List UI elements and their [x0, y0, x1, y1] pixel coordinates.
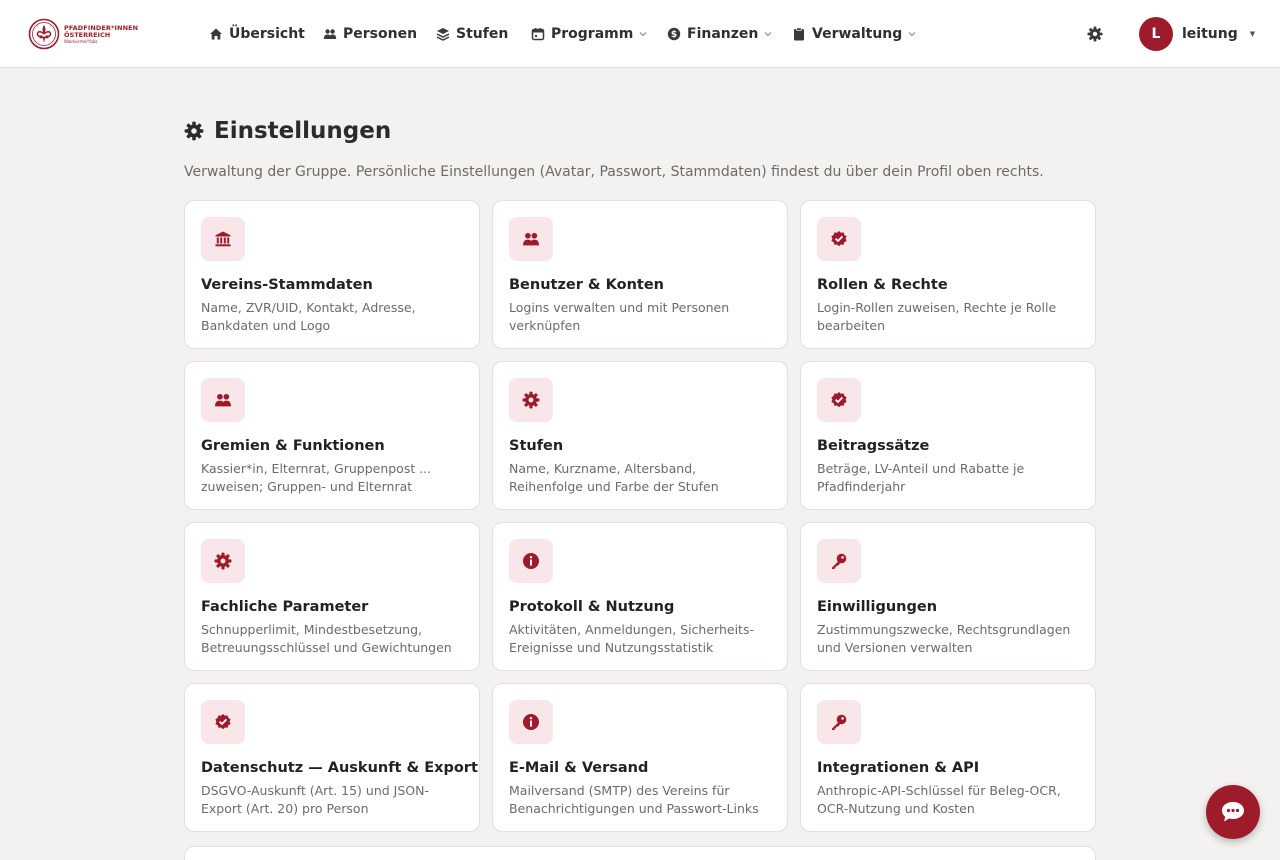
top-navigation-bar: PFADFINDER*INNEN ÖSTERREICH Waldviertel/…	[0, 0, 1280, 68]
card-title: Beitragssätze	[817, 438, 930, 454]
key-icon	[817, 539, 861, 583]
nav-item-verwaltung[interactable]: Verwaltung	[792, 24, 916, 44]
clipboard-icon	[792, 27, 806, 41]
card-description: Name, ZVR/UID, Kontakt, Adresse, Bankdat…	[201, 300, 416, 333]
nav-item-label: Finanzen	[687, 26, 759, 42]
settings-card-grid: Vereins-Stammdaten Name, ZVR/UID, Kontakt…	[184, 200, 1096, 832]
badge-check-icon	[817, 378, 861, 422]
card-description: Beträge, LV-Anteil und Rabatte je Pfadfi…	[817, 461, 1025, 494]
gear-icon	[1087, 26, 1103, 42]
users-icon	[509, 217, 553, 261]
nav-item-uebersicht[interactable]: Übersicht	[209, 24, 305, 44]
page-title-text: Einstellungen	[214, 118, 392, 144]
nav-item-stufen[interactable]: Stufen	[436, 24, 508, 44]
settings-card-integrationen-api[interactable]: Integrationen & API Anthropic-API-Schlüss…	[800, 683, 1096, 832]
card-description: DSGVO-Auskunft (Art. 15) und JSON-Export…	[201, 783, 429, 816]
page-subtitle: Verwaltung der Gruppe. Persönliche Einst…	[184, 164, 1044, 180]
card-title: Integrationen & API	[817, 760, 980, 776]
card-description: Aktivitäten, Anmeldungen, Sicherheits-Er…	[509, 622, 754, 655]
gear-icon	[509, 378, 553, 422]
settings-card-datenschutz-auskunft-export[interactable]: Datenschutz — Auskunft & Export DSGVO-Aus…	[184, 683, 480, 832]
card-description: Login-Rollen zuweisen, Rechte je Rolle b…	[817, 300, 1057, 333]
card-description: Logins verwalten und mit Personen verknü…	[509, 300, 730, 333]
chevron-down-icon	[764, 30, 772, 38]
chevron-down-icon	[639, 30, 647, 38]
card-title: Einwilligungen	[817, 599, 938, 615]
avatar: L	[1139, 17, 1173, 51]
settings-card-einwilligungen[interactable]: Einwilligungen Zustimmungszwecke, Rechtsg…	[800, 522, 1096, 671]
settings-gear-button[interactable]	[1085, 24, 1105, 44]
settings-card-protokoll-nutzung[interactable]: Protokoll & Nutzung Aktivitäten, Anmeldun…	[492, 522, 788, 671]
settings-card-fachliche-parameter[interactable]: Fachliche Parameter Schnupperlimit, Minde…	[184, 522, 480, 671]
nav-item-label: Stufen	[456, 26, 509, 42]
nav-item-label: Verwaltung	[812, 26, 903, 42]
nav-item-label: Übersicht	[229, 26, 305, 42]
chat-bubble-icon	[1222, 802, 1244, 822]
settings-card-benutzer-konten[interactable]: Benutzer & Konten Logins verwalten und mi…	[492, 200, 788, 349]
card-description: Anthropic-API-Schlüssel für Beleg-OCR, O…	[817, 783, 1061, 816]
card-title: Benutzer & Konten	[509, 277, 664, 293]
gear-icon	[184, 121, 204, 141]
user-menu[interactable]: L leitung ▼	[1139, 17, 1255, 51]
nav-item-label: Programm	[551, 26, 634, 42]
nav-item-label: Personen	[343, 26, 418, 42]
card-description: Name, Kurzname, Altersband, Reihenfolge …	[509, 461, 719, 494]
calendar-icon	[531, 27, 545, 41]
card-title: Fachliche Parameter	[201, 599, 369, 615]
card-title: Rollen & Rechte	[817, 277, 948, 293]
badge-check-icon	[201, 700, 245, 744]
settings-card-partial[interactable]	[184, 846, 1096, 860]
card-description: Kassier*in, Elternrat, Gruppenpost ... z…	[201, 461, 432, 494]
settings-card-rollen-rechte[interactable]: Rollen & Rechte Login-Rollen zuweisen, Re…	[800, 200, 1096, 349]
dollar-icon: $	[667, 27, 681, 41]
info-icon	[509, 539, 553, 583]
gear-icon	[201, 539, 245, 583]
bank-icon	[201, 217, 245, 261]
nav-item-finanzen[interactable]: $ Finanzen	[667, 24, 772, 44]
card-description: Schnupperlimit, Mindestbesetzung, Betreu…	[201, 622, 452, 655]
home-icon	[209, 27, 223, 41]
card-title: E-Mail & Versand	[509, 760, 649, 776]
info-icon	[509, 700, 553, 744]
users-icon	[323, 27, 337, 41]
nav-item-personen[interactable]: Personen	[323, 24, 417, 44]
card-title: Protokoll & Nutzung	[509, 599, 675, 615]
card-description: Zustimmungszwecke, Rechtsgrundlagen und …	[817, 622, 1071, 655]
user-name: leitung	[1182, 26, 1238, 42]
card-title: Datenschutz — Auskunft & Export	[201, 760, 478, 776]
badge-check-icon	[817, 217, 861, 261]
users-icon	[201, 378, 245, 422]
card-title: Gremien & Funktionen	[201, 438, 385, 454]
settings-card-stufen[interactable]: Stufen Name, Kurzname, Altersband, Reihen…	[492, 361, 788, 510]
nav-item-programm[interactable]: Programm	[531, 24, 647, 44]
settings-card-gremien-funktionen[interactable]: Gremien & Funktionen Kassier*in, Elternra…	[184, 361, 480, 510]
card-title: Stufen	[509, 438, 564, 454]
key-icon	[817, 700, 861, 744]
caret-down-icon: ▼	[1249, 30, 1256, 38]
card-description: Mailversand (SMTP) des Vereins für Benac…	[509, 783, 759, 816]
layers-icon	[436, 27, 450, 41]
page-title: Einstellungen	[184, 114, 391, 148]
chevron-down-icon	[908, 30, 916, 38]
card-title: Vereins-Stammdaten	[201, 277, 373, 293]
settings-card-vereins-stammdaten[interactable]: Vereins-Stammdaten Name, ZVR/UID, Kontakt…	[184, 200, 480, 349]
settings-card-beitragssätze[interactable]: Beitragssätze Beträge, LV-Anteil und Raba…	[800, 361, 1096, 510]
settings-card-e-mail-versand[interactable]: E-Mail & Versand Mailversand (SMTP) des V…	[492, 683, 788, 832]
svg-text:$: $	[671, 30, 677, 40]
chat-button[interactable]	[1206, 785, 1260, 839]
